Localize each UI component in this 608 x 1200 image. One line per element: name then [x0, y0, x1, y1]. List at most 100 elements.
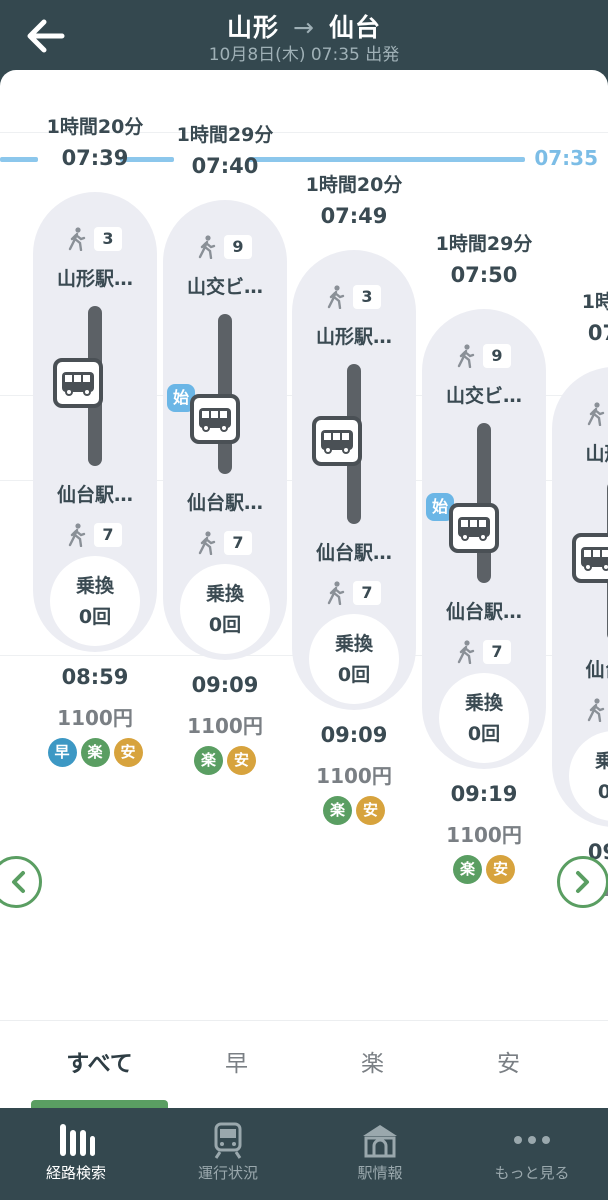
nav-more[interactable]: もっと見る	[456, 1108, 608, 1200]
results-sheet: 07:35 1時間20分 07:39 3 山形駅… 仙台駅… 7 乗換 0回 0…	[0, 70, 608, 1108]
route-card[interactable]: 1時間29分 07:50 9 山交ビ… 始 仙台駅… 7 乗換 0回 09:19…	[419, 70, 549, 1070]
walking-person-icon	[457, 344, 475, 368]
nav-route-search[interactable]: 経路検索	[0, 1108, 152, 1200]
route-arrow: →	[293, 13, 315, 42]
tab-cheapest[interactable]: 安	[440, 1021, 577, 1109]
walking-person-icon	[198, 531, 216, 555]
alighting-station: 仙台駅	[585, 659, 608, 681]
station-icon	[363, 1125, 397, 1158]
route-duration: 1時間29分	[435, 233, 533, 255]
nav-station-info[interactable]: 駅情報	[304, 1108, 456, 1200]
fare: 1100円	[316, 764, 392, 788]
easiest-badge: 楽	[194, 746, 223, 775]
arrival-time: 09:09	[320, 723, 388, 747]
departure-time: 07:39	[61, 146, 129, 170]
bus-icon	[199, 408, 231, 432]
arrival-time: 08:59	[61, 665, 129, 689]
fare: 1100円	[187, 714, 263, 738]
alighting-station: 仙台駅…	[445, 601, 522, 623]
bus-icon	[321, 430, 353, 454]
route-badges: 楽安	[160, 746, 290, 775]
bus-mode	[53, 358, 103, 408]
arrival-time: 09:19	[450, 782, 518, 806]
prev-routes-button[interactable]	[0, 856, 42, 908]
nav-label: もっと見る	[494, 1164, 570, 1182]
boarding-station: 山形駅…	[56, 268, 133, 290]
transfer-count: 乗換 0回	[439, 673, 529, 763]
walking-person-icon	[587, 402, 605, 426]
train-icon	[214, 1122, 242, 1159]
departure-time: 07:50	[450, 263, 518, 287]
walking-person-icon	[198, 235, 216, 259]
route-card[interactable]: 1時間20分 07:39 3 山形駅… 仙台駅… 7 乗換 0回 08:59 1…	[30, 70, 160, 1070]
route-duration: 1時間2	[581, 291, 608, 313]
route-pill: 9 山交ビ… 始 仙台駅… 7 乗換 0回	[422, 309, 546, 769]
easiest-badge: 楽	[80, 738, 110, 767]
transfer-label: 乗換	[75, 575, 114, 597]
bus-mode	[572, 533, 608, 583]
route-badges: 楽安	[289, 796, 419, 825]
walk-start: 9	[163, 234, 287, 260]
walking-person-icon	[68, 523, 86, 547]
walk-minutes: 7	[224, 531, 252, 555]
fastest-badge: 早	[47, 738, 77, 767]
tab-easiest[interactable]: 楽	[304, 1021, 441, 1109]
transfer-count: 乗換 0回	[180, 564, 270, 654]
walking-person-icon	[68, 227, 86, 251]
route-card[interactable]: 1時間20分 07:49 3 山形駅… 仙台駅… 7 乗換 0回 09:09 1…	[289, 70, 419, 1070]
walk-end: 7	[33, 522, 157, 548]
easiest-badge: 楽	[453, 855, 482, 884]
destination-station: 仙台	[328, 13, 381, 42]
boarding-station: 山形駅…	[315, 326, 392, 348]
walk-start: 3	[552, 401, 608, 427]
walking-person-icon	[327, 285, 345, 309]
walking-person-icon	[327, 581, 345, 605]
route-pill: 9 山交ビ… 始 仙台駅… 7 乗換 0回	[163, 200, 287, 660]
route-duration: 1時間20分	[46, 116, 144, 138]
tab-all[interactable]: すべて	[31, 1021, 168, 1109]
alighting-station: 仙台駅…	[315, 542, 392, 564]
origin-station: 山形	[227, 13, 280, 42]
chevron-left-icon	[12, 871, 25, 893]
cheapest-badge: 安	[356, 796, 385, 825]
route-duration: 1時間20分	[305, 174, 403, 196]
nav-label: 運行状況	[197, 1164, 258, 1182]
walk-start: 3	[292, 284, 416, 310]
departure-time: 07:40	[191, 154, 259, 178]
route-pill: 3 山形駅 仙台駅 7 乗換 0回	[552, 367, 608, 827]
transfer-label: 乗換	[464, 692, 503, 714]
boarding-station: 山交ビ…	[186, 276, 263, 298]
route-card[interactable]: 1時間2 07:5 3 山形駅 仙台駅 7 乗換 0回 09:1 1100	[549, 70, 608, 1070]
bus-mode	[312, 416, 362, 466]
walk-minutes: 9	[224, 235, 252, 259]
walk-minutes: 9	[483, 344, 511, 368]
departure-datetime: 10月8日(木) 07:35 出発	[208, 45, 400, 65]
active-tab-indicator	[31, 1100, 168, 1108]
bus-icon	[458, 517, 490, 541]
arrival-time: 09:09	[191, 673, 259, 697]
nav-service-status[interactable]: 運行状況	[152, 1108, 304, 1200]
cheapest-badge: 安	[486, 855, 515, 884]
transfer-value: 0回	[337, 664, 371, 686]
nav-label: 経路検索	[45, 1164, 106, 1182]
boarding-station: 山交ビ…	[445, 385, 522, 407]
next-routes-button[interactable]	[557, 856, 608, 908]
app-header: 山形 → 仙台 10月8日(木) 07:35 出発	[0, 0, 608, 70]
cheapest-badge: 安	[113, 738, 143, 767]
route-badges: 楽安	[419, 855, 549, 884]
route-pill: 3 山形駅… 仙台駅… 7 乗換 0回	[33, 192, 157, 652]
route-search-icon	[60, 1124, 95, 1156]
transfer-count: 乗換 0回	[569, 731, 608, 821]
transfer-label: 乗換	[205, 583, 244, 605]
bus-icon	[581, 547, 608, 571]
fare: 1100円	[446, 823, 522, 847]
filter-tab-bar: すべて 早 楽 安	[0, 1020, 608, 1108]
departure-time: 07:5	[587, 321, 608, 345]
transfer-value: 0回	[78, 606, 112, 628]
route-card[interactable]: 1時間29分 07:40 9 山交ビ… 始 仙台駅… 7 乗換 0回 09:09…	[160, 70, 290, 1070]
tab-fastest[interactable]: 早	[168, 1021, 305, 1109]
transfer-count: 乗換 0回	[50, 556, 140, 646]
walk-minutes: 7	[94, 523, 122, 547]
route-badges: 早楽安	[30, 738, 160, 767]
alighting-station: 仙台駅…	[56, 484, 133, 506]
